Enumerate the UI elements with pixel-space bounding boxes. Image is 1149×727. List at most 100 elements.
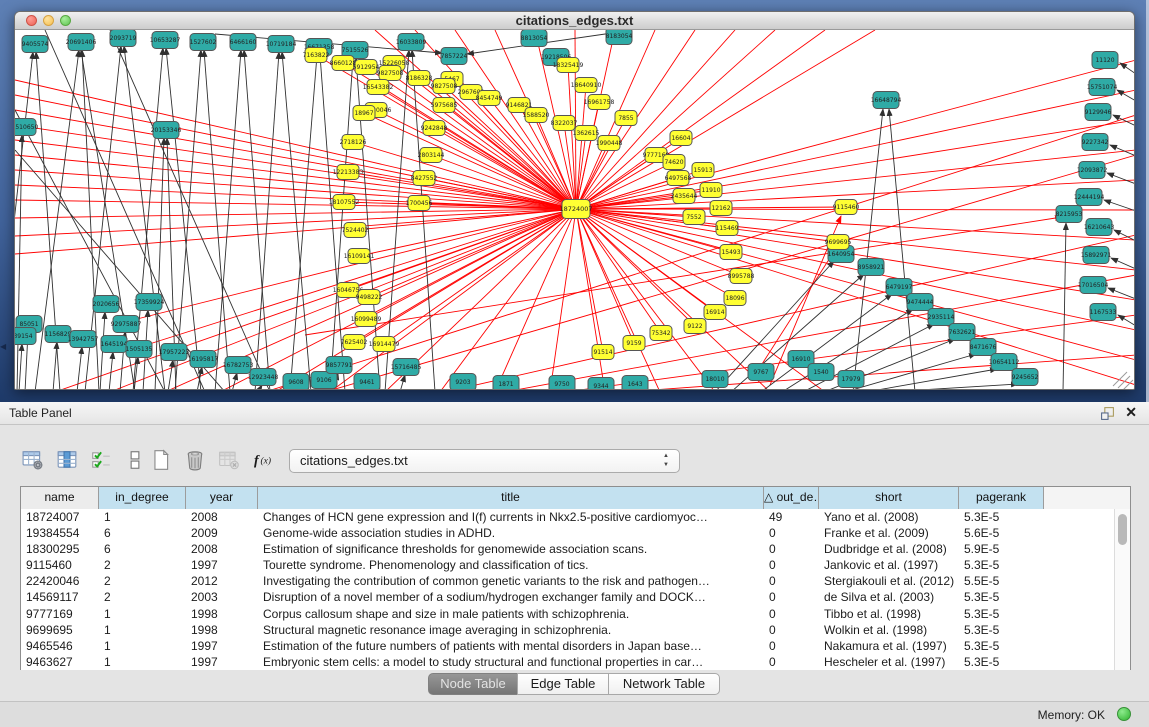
graph-node[interactable]: 17979: [838, 371, 864, 388]
graph-node[interactable]: 20153346: [151, 122, 182, 139]
graph-node[interactable]: 9122: [684, 319, 706, 334]
network-window-titlebar[interactable]: citations_edges.txt: [15, 12, 1134, 30]
graph-node[interactable]: 16782753: [223, 357, 254, 374]
cell-year[interactable]: 2008: [186, 509, 258, 525]
cell-in_degree[interactable]: 6: [99, 525, 186, 541]
column-header-name[interactable]: name: [21, 487, 99, 509]
table-row[interactable]: 946554611997Estimation of the future num…: [21, 638, 1130, 654]
graph-node[interactable]: 7524402: [342, 223, 369, 238]
cell-name[interactable]: 22420046: [21, 573, 99, 589]
graph-node[interactable]: 8427552: [411, 171, 438, 186]
graph-node[interactable]: 1505135: [126, 341, 153, 358]
cell-title[interactable]: Corpus callosum shape and size in male p…: [258, 606, 764, 622]
table-row[interactable]: 969969511998Structural magnetic resonanc…: [21, 622, 1130, 638]
graph-node[interactable]: 18010: [702, 371, 728, 388]
cell-title[interactable]: Disruption of a novel member of a sodium…: [258, 589, 764, 605]
cell-out_de[interactable]: 0: [764, 606, 819, 622]
cell-year[interactable]: 2012: [186, 573, 258, 589]
graph-node[interactable]: 9827508: [431, 79, 458, 94]
graph-node[interactable]: 15751074: [1087, 79, 1118, 96]
cell-year[interactable]: 2008: [186, 541, 258, 557]
graph-node[interactable]: 6479197: [886, 279, 913, 296]
graph-node[interactable]: 17957223: [159, 344, 190, 361]
cell-in_degree[interactable]: 2: [99, 573, 186, 589]
graph-node[interactable]: 20510650: [15, 119, 38, 136]
cell-out_de[interactable]: 49: [764, 509, 819, 525]
graph-node[interactable]: 2718126: [340, 135, 367, 150]
graph-node[interactable]: 7625402: [341, 335, 368, 350]
function-builder-icon[interactable]: f(x): [250, 446, 278, 474]
cell-short[interactable]: Nakamura et al. (1997): [819, 638, 959, 654]
cell-name[interactable]: 9777169: [21, 606, 99, 622]
graph-node[interactable]: 18640910: [571, 78, 602, 93]
graph-node[interactable]: 9159: [623, 336, 645, 351]
graph-node[interactable]: 12923448: [248, 369, 279, 386]
graph-node[interactable]: 16033809: [396, 34, 427, 51]
create-table-icon[interactable]: [148, 446, 176, 474]
graph-node[interactable]: 9245652: [1012, 369, 1039, 386]
graph-node[interactable]: 8215953: [1056, 206, 1083, 223]
graph-node[interactable]: 7855: [615, 111, 637, 126]
graph-node[interactable]: 8995788: [728, 269, 755, 284]
graph-node[interactable]: 1540: [808, 364, 834, 381]
cell-in_degree[interactable]: 1: [99, 606, 186, 622]
graph-node[interactable]: 39154: [15, 328, 36, 345]
graph-node[interactable]: 10719184: [266, 36, 297, 53]
graph-node[interactable]: 20691406: [66, 34, 97, 51]
graph-node[interactable]: 6466160: [230, 34, 257, 51]
cell-title[interactable]: Estimation of significance thresholds fo…: [258, 541, 764, 557]
cell-in_degree[interactable]: 1: [99, 638, 186, 654]
cell-name[interactable]: 14569117: [21, 589, 99, 605]
graph-node[interactable]: 9474444: [907, 294, 934, 311]
cell-year[interactable]: 1997: [186, 638, 258, 654]
tab-node-table[interactable]: Node Table: [428, 673, 518, 695]
graph-node[interactable]: 1362615: [573, 126, 600, 141]
cell-out_de[interactable]: 0: [764, 622, 819, 638]
cell-title[interactable]: Estimation of the future numbers of pati…: [258, 638, 764, 654]
column-header-pagerank[interactable]: pagerank: [959, 487, 1044, 509]
tab-edge-table[interactable]: Edge Table: [517, 673, 609, 695]
cell-title[interactable]: Investigating the contribution of common…: [258, 573, 764, 589]
cell-year[interactable]: 1998: [186, 606, 258, 622]
cell-in_degree[interactable]: 1: [99, 654, 186, 670]
graph-node[interactable]: 6497568: [665, 171, 692, 186]
cell-pagerank[interactable]: 5.3E-5: [959, 638, 1044, 654]
cell-in_degree[interactable]: 1: [99, 509, 186, 525]
graph-node[interactable]: 8183054: [606, 30, 633, 45]
cell-title[interactable]: Tourette syndrome. Phenomenology and cla…: [258, 557, 764, 573]
graph-node[interactable]: 9129946: [1085, 104, 1112, 121]
cell-out_de[interactable]: 0: [764, 525, 819, 541]
graph-node[interactable]: 8454749: [476, 91, 503, 106]
cell-short[interactable]: Franke et al. (2009): [819, 525, 959, 541]
tab-network-table[interactable]: Network Table: [608, 673, 720, 695]
column-header-short[interactable]: short: [819, 487, 959, 509]
scrollbar-thumb[interactable]: [1118, 514, 1127, 545]
graph-node[interactable]: 2435644: [671, 189, 698, 204]
graph-node[interactable]: 11910: [700, 183, 722, 198]
column-header-year[interactable]: year: [186, 487, 258, 509]
graph-node[interactable]: 8322037: [551, 116, 578, 131]
cell-short[interactable]: Stergiakouli et al. (2012): [819, 573, 959, 589]
delete-rows-icon[interactable]: [182, 446, 210, 474]
graph-node[interactable]: 8471676: [970, 339, 997, 356]
cell-in_degree[interactable]: 6: [99, 541, 186, 557]
cell-short[interactable]: Yano et al. (2008): [819, 509, 959, 525]
graph-node[interactable]: 9115460: [833, 200, 860, 215]
graph-node[interactable]: 9227342: [1082, 134, 1109, 151]
cell-pagerank[interactable]: 5.3E-5: [959, 509, 1044, 525]
cell-pagerank[interactable]: 5.5E-5: [959, 573, 1044, 589]
graph-node[interactable]: 9767: [748, 364, 774, 381]
graph-node[interactable]: 18107552: [329, 195, 360, 210]
column-header-out_de[interactable]: △ out_de…: [764, 487, 819, 509]
graph-node[interactable]: 2093719: [110, 30, 137, 47]
graph-node[interactable]: 16543382: [363, 80, 394, 95]
graph-node[interactable]: 8186328: [406, 71, 433, 86]
graph-node[interactable]: 8813054: [521, 30, 548, 47]
cell-year[interactable]: 2003: [186, 589, 258, 605]
graph-node[interactable]: 1990448: [596, 136, 623, 151]
graph-node[interactable]: 92975887: [111, 316, 142, 333]
graph-node[interactable]: 18724007: [559, 200, 592, 219]
cell-short[interactable]: Hescheler et al. (1997): [819, 654, 959, 670]
cell-title[interactable]: Genome-wide association studies in ADHD.: [258, 525, 764, 541]
cell-name[interactable]: 19384554: [21, 525, 99, 541]
